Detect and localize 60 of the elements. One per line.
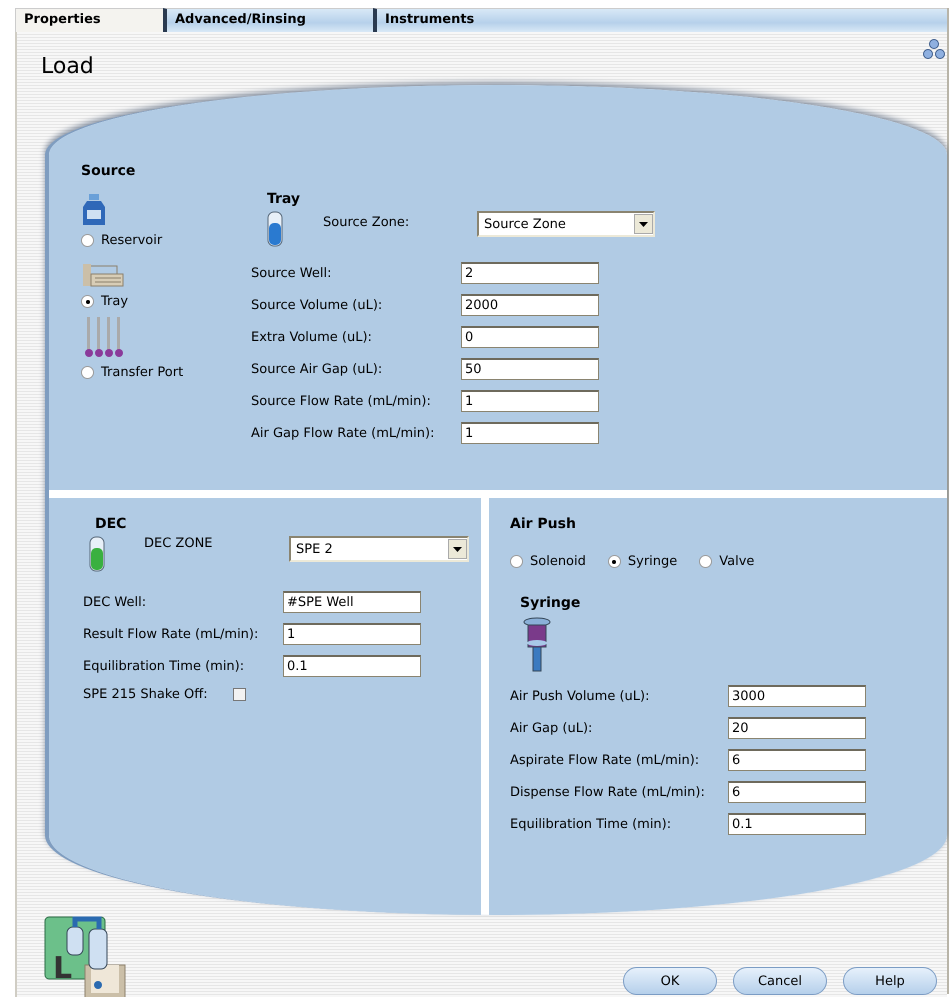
section-heading: DEC [95,516,128,532]
field-label: Source Air Gap (uL): [251,362,384,376]
radio-button[interactable]: Tray [81,294,211,309]
checkbox[interactable] [233,688,246,700]
text-field[interactable]: 1 [283,623,421,645]
radio-button[interactable]: Solenoid [510,554,586,569]
radio-button[interactable]: Valve [699,554,754,569]
text-field[interactable]: 1 [461,422,599,444]
caret-icon [453,546,462,552]
text-field[interactable]: 2 [461,262,599,284]
field-label: Source Zone: [323,215,410,230]
dialog-button[interactable]: Help [843,967,937,995]
field-label: Equilibration Time (min): [83,658,246,674]
test-tube-icon [89,536,105,572]
syringe-icon [522,617,552,673]
radio-button[interactable]: Syringe [608,554,678,569]
text-field[interactable]: 0 [461,326,599,348]
test-tube-icon [267,211,283,247]
dropdown[interactable]: SPE 2 [289,536,469,562]
text-field[interactable]: 0.1 [283,655,421,677]
text-field[interactable]: 6 [728,749,866,771]
section-heading: Syringe [520,595,582,611]
field-label: Air Gap Flow Rate (mL/min): [251,426,436,440]
text-field[interactable]: 20 [728,717,866,739]
text-field[interactable]: #SPE Well [283,591,421,613]
tab[interactable]: Properties [15,8,163,32]
text-field[interactable]: 6 [728,781,866,803]
logo-letter: L [53,951,72,986]
text-field[interactable]: 50 [461,358,599,380]
bottle-icon [81,193,107,227]
tab[interactable]: Instruments [373,8,947,32]
text-field[interactable]: 0.1 [728,813,866,835]
field-label: DEC Well: [83,594,148,610]
field-label: Air Push Volume (uL): [510,688,650,704]
field-label: Source Volume (uL): [251,298,384,312]
text-field[interactable]: 2000 [461,294,599,316]
field-label: Aspirate Flow Rate (mL/min): [510,752,700,768]
field-label: Equilibration Time (min): [510,816,672,832]
dialog-button[interactable]: Cancel [733,967,827,995]
section-heading: Source [81,163,136,179]
field-label: Source Flow Rate (mL/min): [251,394,432,408]
field-label: Result Flow Rate (mL/min): [83,626,260,642]
field-label: DEC ZONE [144,536,214,551]
field-label: Air Gap (uL): [510,720,594,736]
section-heading: Tray [267,191,302,207]
dialog-button[interactable]: OK [623,967,717,995]
field-label: Dispense Flow Rate (mL/min): [510,784,706,800]
caret-icon [639,222,648,226]
field-label: Extra Volume (uL): [251,330,373,344]
field-label: SPE 215 Shake Off: [83,686,209,702]
window-title: Load [41,53,94,81]
radio-button[interactable]: Reservoir [81,233,211,248]
field-label: Source Well: [251,266,332,280]
radio-button[interactable]: Transfer Port [81,365,211,380]
load-logo-icon [43,915,127,997]
text-field[interactable]: 1 [461,390,599,412]
section-heading: Air Push [510,516,577,532]
text-field[interactable]: 3000 [728,685,866,707]
tab[interactable]: Advanced/Rinsing [163,8,373,32]
dropdown[interactable]: Source Zone [477,211,655,237]
